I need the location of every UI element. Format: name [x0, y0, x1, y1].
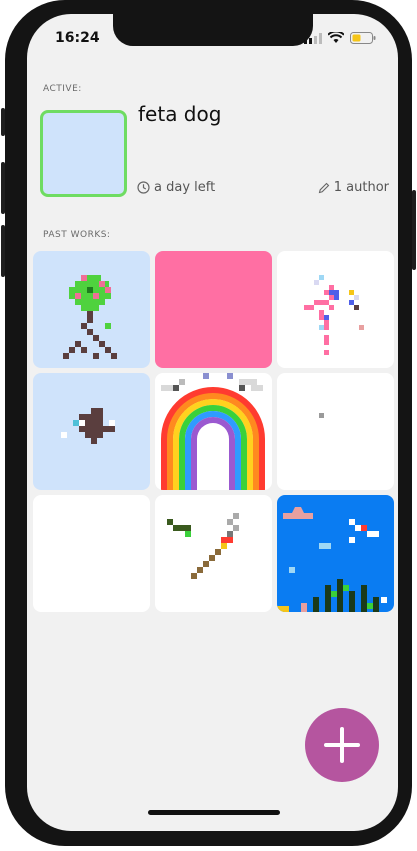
clock-icon [137, 181, 150, 194]
past-works-label: PAST WORKS: [43, 230, 111, 240]
app-screen: 16:24 ACTIVE: feta dog a day left 1 auth… [27, 14, 398, 831]
tree-pixel-art [63, 275, 117, 359]
status-time: 16:24 [55, 30, 100, 46]
wifi-icon [328, 32, 344, 43]
dot-pixel-art [319, 413, 324, 418]
active-title[interactable]: feta dog [138, 102, 221, 126]
mute-switch [1, 108, 5, 136]
add-drawing-button[interactable] [305, 708, 379, 782]
rainbow-pixel-art [161, 373, 265, 490]
artwork-tile-splash[interactable] [277, 251, 394, 368]
volume-up-button [1, 162, 5, 214]
splash-pixel-art [304, 275, 364, 355]
plus-icon [324, 727, 360, 763]
power-button [412, 190, 416, 270]
notch [113, 14, 313, 46]
torch-pixel-art [167, 513, 239, 579]
past-works-grid [33, 251, 395, 612]
signal-icon [304, 32, 322, 44]
battery-icon [350, 32, 376, 44]
artwork-tile-ocean[interactable] [277, 495, 394, 612]
artwork-tile-bird[interactable] [33, 373, 150, 490]
phone-frame: 16:24 ACTIVE: feta dog a day left 1 auth… [5, 0, 412, 846]
ocean-pixel-art [277, 507, 387, 612]
pencil-icon [318, 182, 330, 193]
active-canvas-thumbnail[interactable] [40, 110, 127, 197]
author-count-label: 1 author [333, 180, 389, 195]
artwork-tile-pink[interactable] [155, 251, 272, 368]
time-left-label: a day left [154, 180, 216, 195]
artwork-tile-blank[interactable] [33, 495, 150, 612]
artwork-tile-dot[interactable] [277, 373, 394, 490]
active-section-label: ACTIVE: [43, 84, 82, 94]
time-left: a day left [137, 180, 215, 195]
status-icons [304, 32, 376, 44]
artwork-tile-tree[interactable] [33, 251, 150, 368]
artwork-tile-rainbow[interactable] [155, 373, 272, 490]
author-count: 1 author [318, 180, 389, 195]
volume-down-button [1, 225, 5, 277]
artwork-tile-torch[interactable] [155, 495, 272, 612]
bird-pixel-art [61, 408, 115, 444]
home-indicator[interactable] [148, 810, 280, 815]
